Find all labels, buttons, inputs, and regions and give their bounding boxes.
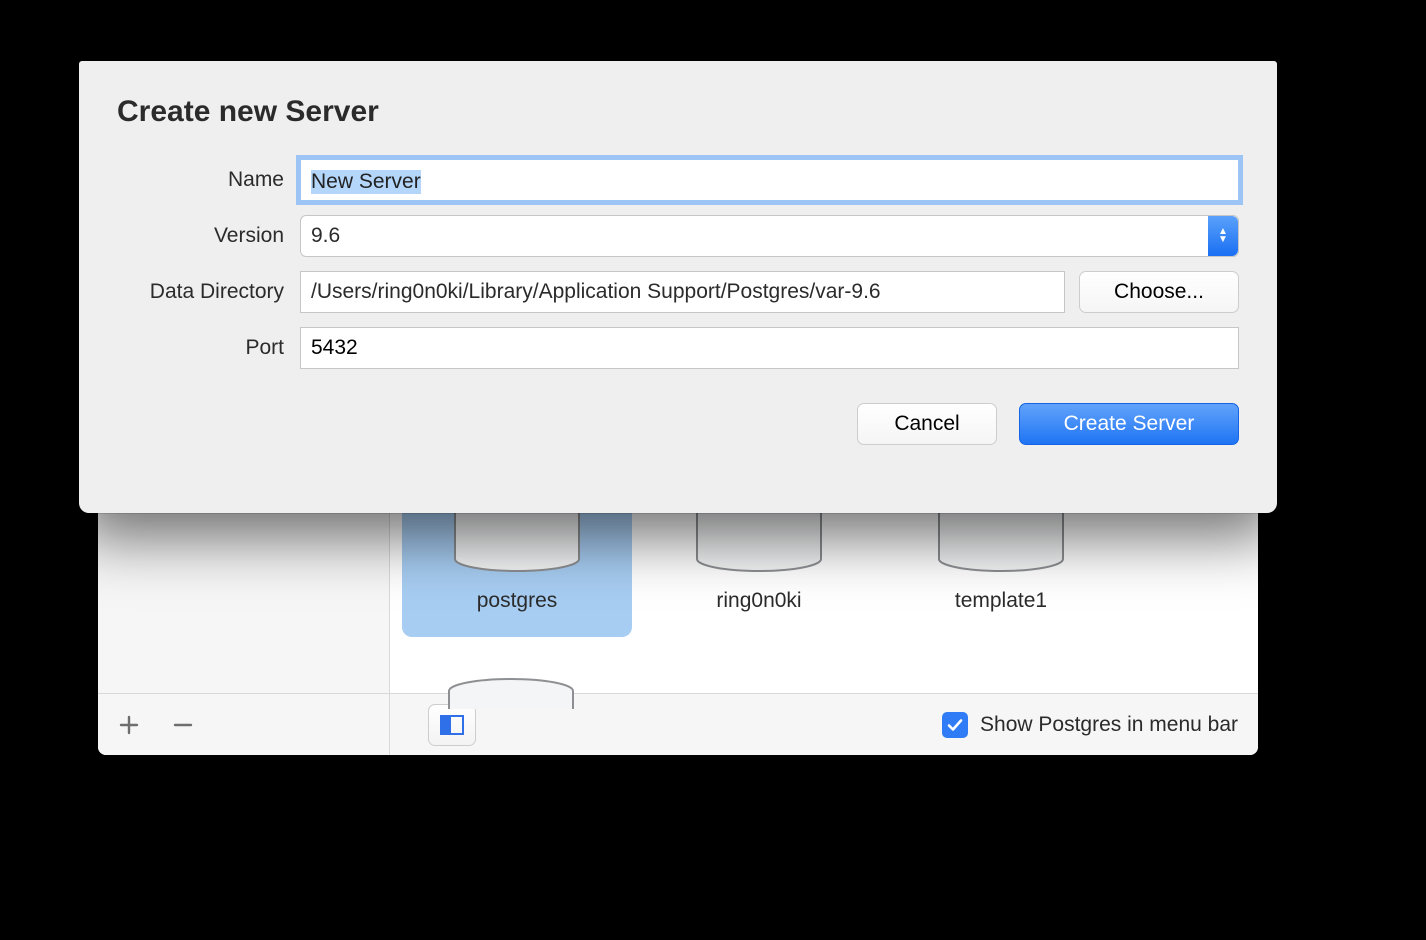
version-value: 9.6 [311,224,340,248]
cancel-button[interactable]: Cancel [857,403,997,445]
data-directory-label: Data Directory [117,280,300,304]
database-icon [446,677,576,709]
toggle-sidebar-button[interactable] [428,704,476,746]
add-server-button[interactable] [114,710,144,740]
version-label: Version [117,224,300,248]
version-select[interactable]: 9.6 ▲▼ [300,215,1239,257]
stepper-icon: ▲▼ [1208,216,1238,256]
sheet-title: Create new Server [117,95,1239,129]
database-label: template1 [955,589,1047,613]
database-label: postgres [477,589,558,613]
name-input[interactable] [300,159,1239,201]
data-directory-field[interactable]: /Users/ring0n0ki/Library/Application Sup… [300,271,1065,313]
create-server-button[interactable]: Create Server [1019,403,1239,445]
create-server-sheet: Create new Server Name New Server Versio… [79,61,1277,513]
show-in-menubar-label: Show Postgres in menu bar [980,713,1238,737]
show-in-menubar-checkbox[interactable] [942,712,968,738]
port-input[interactable] [300,327,1239,369]
choose-directory-button[interactable]: Choose... [1079,271,1239,313]
name-label: Name [117,168,300,192]
sidebar-icon [440,715,464,735]
database-label: ring0n0ki [716,589,801,613]
checkmark-icon [946,716,964,734]
remove-server-button[interactable] [168,710,198,740]
port-label: Port [117,336,300,360]
